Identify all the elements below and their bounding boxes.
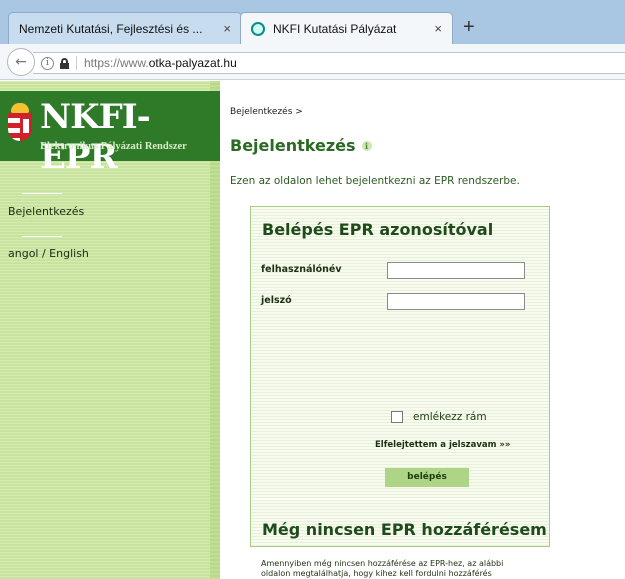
- close-icon[interactable]: ×: [434, 21, 442, 36]
- browser-tab-active[interactable]: NKFI Kutatási Pályázat ×: [240, 12, 453, 44]
- info-icon[interactable]: i: [41, 56, 54, 70]
- lock-icon[interactable]: [60, 57, 69, 69]
- sidebar-divider: [22, 193, 62, 194]
- login-panel: Belépés EPR azonosítóval felhasználónév …: [250, 206, 550, 578]
- intro-text: Ezen az oldalon lehet bejelentkezni az E…: [230, 175, 520, 187]
- page-title: Bejelentkezés i: [230, 136, 372, 155]
- sidebar-item-language[interactable]: angol / English: [8, 247, 89, 260]
- no-access-text[interactable]: Amennyiben még nincsen hozzáférése az EP…: [261, 559, 531, 579]
- close-icon[interactable]: ×: [223, 21, 231, 36]
- logo-subtitle: Elektronikus Pályázati Rendszer: [40, 141, 187, 152]
- tab-title: NKFI Kutatási Pályázat: [273, 21, 397, 36]
- url-separator: [76, 56, 77, 70]
- remember-me[interactable]: emlékezz rám: [391, 411, 487, 423]
- login-panel-title: Belépés EPR azonosítóval: [262, 220, 494, 239]
- remember-me-checkbox[interactable]: [391, 411, 403, 423]
- browser-tab-bar: Nemzeti Kutatási, Fejlesztési és ... × N…: [0, 0, 625, 44]
- no-access-title: Még nincsen EPR hozzáférésem: [262, 520, 547, 539]
- back-button[interactable]: ←: [7, 48, 35, 76]
- password-field[interactable]: [387, 293, 525, 310]
- breadcrumb[interactable]: Bejelentkezés >: [230, 107, 303, 117]
- panel-divider: [251, 498, 549, 500]
- main-content: Bejelentkezés > Bejelentkezés i Ezen az …: [220, 81, 625, 579]
- tab-title: Nemzeti Kutatási, Fejlesztési és ...: [19, 21, 203, 36]
- username-field[interactable]: [387, 262, 525, 279]
- browser-tab-nkfih[interactable]: Nemzeti Kutatási, Fejlesztési és ... ×: [8, 12, 242, 44]
- back-arrow-icon: ←: [15, 54, 27, 70]
- login-button[interactable]: belépés: [385, 468, 469, 487]
- password-label: jelszó: [261, 295, 292, 306]
- page-title-text: Bejelentkezés: [230, 136, 356, 155]
- username-label: felhasználónév: [261, 264, 342, 275]
- address-bar[interactable]: i https://www. otka-palyazat.hu: [33, 52, 625, 74]
- logo-title: NKFI-EPR: [40, 97, 151, 177]
- sidebar-divider: [22, 236, 62, 237]
- url-host: otka-palyazat.hu: [148, 56, 237, 70]
- page: NKFI-EPR Elektronikus Pályázati Rendszer…: [0, 81, 625, 579]
- browser-nav-bar: i https://www. otka-palyazat.hu ←: [0, 44, 625, 80]
- site-favicon-icon: [251, 21, 265, 36]
- forgot-password-link[interactable]: Elfelejtettem a jelszavam »»: [375, 440, 510, 450]
- url-prefix: https://www.: [84, 56, 149, 70]
- help-info-icon[interactable]: i: [361, 140, 372, 151]
- remember-me-label: emlékezz rám: [413, 411, 487, 423]
- new-tab-button[interactable]: +: [463, 16, 475, 39]
- site-logo[interactable]: NKFI-EPR Elektronikus Pályázati Rendszer: [0, 91, 220, 177]
- hungarian-coat-of-arms-icon: [6, 103, 34, 145]
- sidebar-item-login[interactable]: Bejelentkezés: [8, 205, 84, 218]
